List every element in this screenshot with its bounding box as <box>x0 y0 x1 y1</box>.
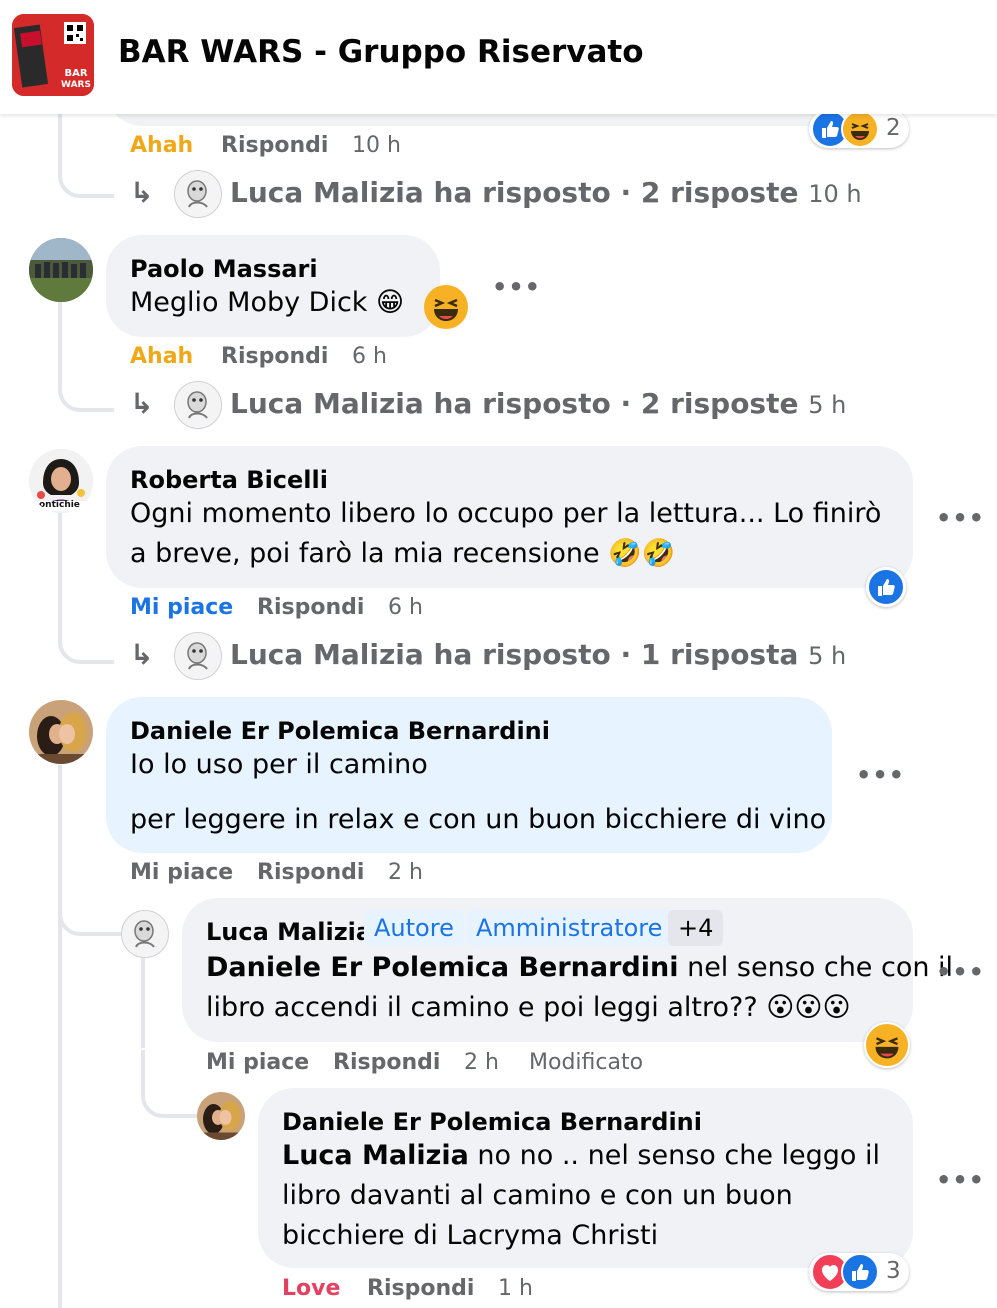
avatar <box>174 170 222 218</box>
more-options-icon[interactable]: ••• <box>936 1166 985 1194</box>
comment-author[interactable]: Roberta Bicelli <box>130 466 328 494</box>
reaction-love-button[interactable]: Love <box>282 1276 340 1301</box>
more-options-icon[interactable]: ••• <box>936 958 985 986</box>
author-badge[interactable]: Autore <box>364 910 464 946</box>
reply-text-line: libro accendi il camino e poi leggi altr… <box>206 992 851 1023</box>
avatar[interactable] <box>197 1092 245 1140</box>
comment-author[interactable]: Daniele Er Polemica Bernardini <box>130 717 550 745</box>
comment-text-line: Ogni momento libero lo occupo per la let… <box>130 498 882 529</box>
reaction-summary[interactable] <box>866 567 906 607</box>
reply-summary-text: Luca Malizia ha risposto · 1 risposta <box>230 638 799 671</box>
avatar[interactable]: ontichie <box>29 449 93 513</box>
reply-text-line: Luca Malizia no no .. nel senso che legg… <box>282 1136 880 1176</box>
reply-text-line: bicchiere di Lacryma Christi <box>282 1220 659 1251</box>
comment-time[interactable]: 10 h <box>352 133 401 158</box>
reaction-count: 2 <box>886 115 901 141</box>
reply-button[interactable]: Rispondi <box>221 344 328 369</box>
reply-button[interactable]: Rispondi <box>257 595 364 620</box>
reply-bubble: Luca Malizia Autore Amministratore +4 Da… <box>182 898 953 1042</box>
comment-text-line: a breve, poi farò la mia recensione 🤣🤣 <box>130 538 676 569</box>
edited-label[interactable]: Modificato <box>529 1050 643 1075</box>
reaction-summary[interactable]: 3 <box>809 1253 909 1291</box>
mention-link[interactable]: Luca Malizia <box>282 1140 469 1171</box>
svg-text:WARS: WARS <box>61 80 91 90</box>
reply-arrow-icon: ↳ <box>130 176 154 209</box>
avatar <box>174 381 222 429</box>
thread-connector <box>141 1050 201 1118</box>
reaction-ahah-button[interactable]: Ahah <box>130 344 193 369</box>
reply-summary-text: Luca Malizia ha risposto · 2 risposte <box>230 387 799 420</box>
comment-bubble: Roberta Bicelli Ogni momento libero lo o… <box>106 446 913 588</box>
reply-summary-time: 5 h <box>808 391 847 419</box>
more-options-icon[interactable]: ••• <box>936 504 985 532</box>
reply-time[interactable]: 2 h <box>464 1050 499 1075</box>
more-badges[interactable]: +4 <box>668 910 724 946</box>
view-replies-link[interactable]: ↳ Luca Malizia ha risposto · 2 risposte … <box>130 170 862 222</box>
comment-text-line: Io lo uso per il camino <box>130 749 428 780</box>
thread-connector <box>58 330 114 412</box>
reply-summary-time: 10 h <box>808 180 862 208</box>
avatar-caption: ontichie <box>39 500 80 510</box>
reply-summary-time: 5 h <box>808 642 847 670</box>
reaction-ahah-button[interactable]: Ahah <box>130 133 193 158</box>
reply-author[interactable]: Daniele Er Polemica Bernardini <box>282 1108 702 1136</box>
reply-arrow-icon: ↳ <box>130 638 154 671</box>
more-options-icon[interactable]: ••• <box>856 761 905 789</box>
group-cover-thumbnail[interactable]: BAR WARS <box>12 14 94 96</box>
haha-reaction-icon[interactable] <box>864 1022 910 1068</box>
haha-reaction-icon <box>841 110 879 148</box>
like-button[interactable]: Mi piace <box>130 595 233 620</box>
comment-text: Meglio Moby Dick 😁 <box>130 287 405 318</box>
svg-text:BAR: BAR <box>64 68 87 79</box>
thread-line <box>58 765 62 1308</box>
comment-bubble: Paolo Massari Meglio Moby Dick 😁 <box>106 235 440 337</box>
like-button[interactable]: Mi piace <box>130 860 233 885</box>
thread-connector <box>58 870 126 936</box>
reaction-summary[interactable]: 2 <box>809 110 909 148</box>
comment-bubble-highlighted: Daniele Er Polemica Bernardini Io lo uso… <box>106 697 832 853</box>
avatar[interactable] <box>121 910 169 958</box>
reply-text-line: Daniele Er Polemica Bernardini nel senso… <box>206 948 953 988</box>
reply-summary-text: Luca Malizia ha risposto · 2 risposte <box>230 176 799 209</box>
reply-author[interactable]: Luca Malizia <box>206 918 372 946</box>
thread-line <box>141 958 145 1048</box>
reply-button[interactable]: Rispondi <box>333 1050 440 1075</box>
view-replies-link[interactable]: ↳ Luca Malizia ha risposto · 2 risposte … <box>130 381 846 433</box>
haha-reaction-icon[interactable] <box>424 285 468 329</box>
reply-bubble: Daniele Er Polemica Bernardini Luca Mali… <box>258 1088 913 1268</box>
avatar[interactable] <box>29 238 93 302</box>
reply-text-line: libro davanti al camino e con un buon <box>282 1180 793 1211</box>
comment-text-line: per leggere in relax e con un buon bicch… <box>130 804 827 835</box>
mention-link[interactable]: Daniele Er Polemica Bernardini <box>206 952 679 983</box>
group-header: BAR WARS BAR WARS - Gruppo Riservato <box>0 0 997 114</box>
comment-time[interactable]: 6 h <box>388 595 423 620</box>
reply-button[interactable]: Rispondi <box>221 133 328 158</box>
group-title[interactable]: BAR WARS - Gruppo Riservato <box>118 34 644 70</box>
avatar <box>174 632 222 680</box>
reply-button[interactable]: Rispondi <box>257 860 364 885</box>
reply-button[interactable]: Rispondi <box>367 1276 474 1301</box>
reaction-count: 3 <box>886 1258 901 1284</box>
admin-badge[interactable]: Amministratore <box>466 910 673 946</box>
reply-text: nel senso che con il <box>678 952 954 983</box>
like-reaction-icon <box>867 568 905 606</box>
comment-time[interactable]: 2 h <box>388 860 423 885</box>
avatar[interactable] <box>29 700 93 764</box>
reply-time[interactable]: 1 h <box>498 1276 533 1301</box>
thread-connector <box>58 114 114 198</box>
comment-time[interactable]: 6 h <box>352 344 387 369</box>
like-reaction-icon <box>841 1253 879 1291</box>
more-options-icon[interactable]: ••• <box>492 273 541 301</box>
like-button[interactable]: Mi piace <box>206 1050 309 1075</box>
reply-text: no no .. nel senso che leggo il <box>468 1140 881 1171</box>
view-replies-link[interactable]: ↳ Luca Malizia ha risposto · 1 risposta … <box>130 632 846 684</box>
reply-arrow-icon: ↳ <box>130 387 154 420</box>
thread-connector <box>58 580 114 664</box>
comment-author[interactable]: Paolo Massari <box>130 255 318 283</box>
